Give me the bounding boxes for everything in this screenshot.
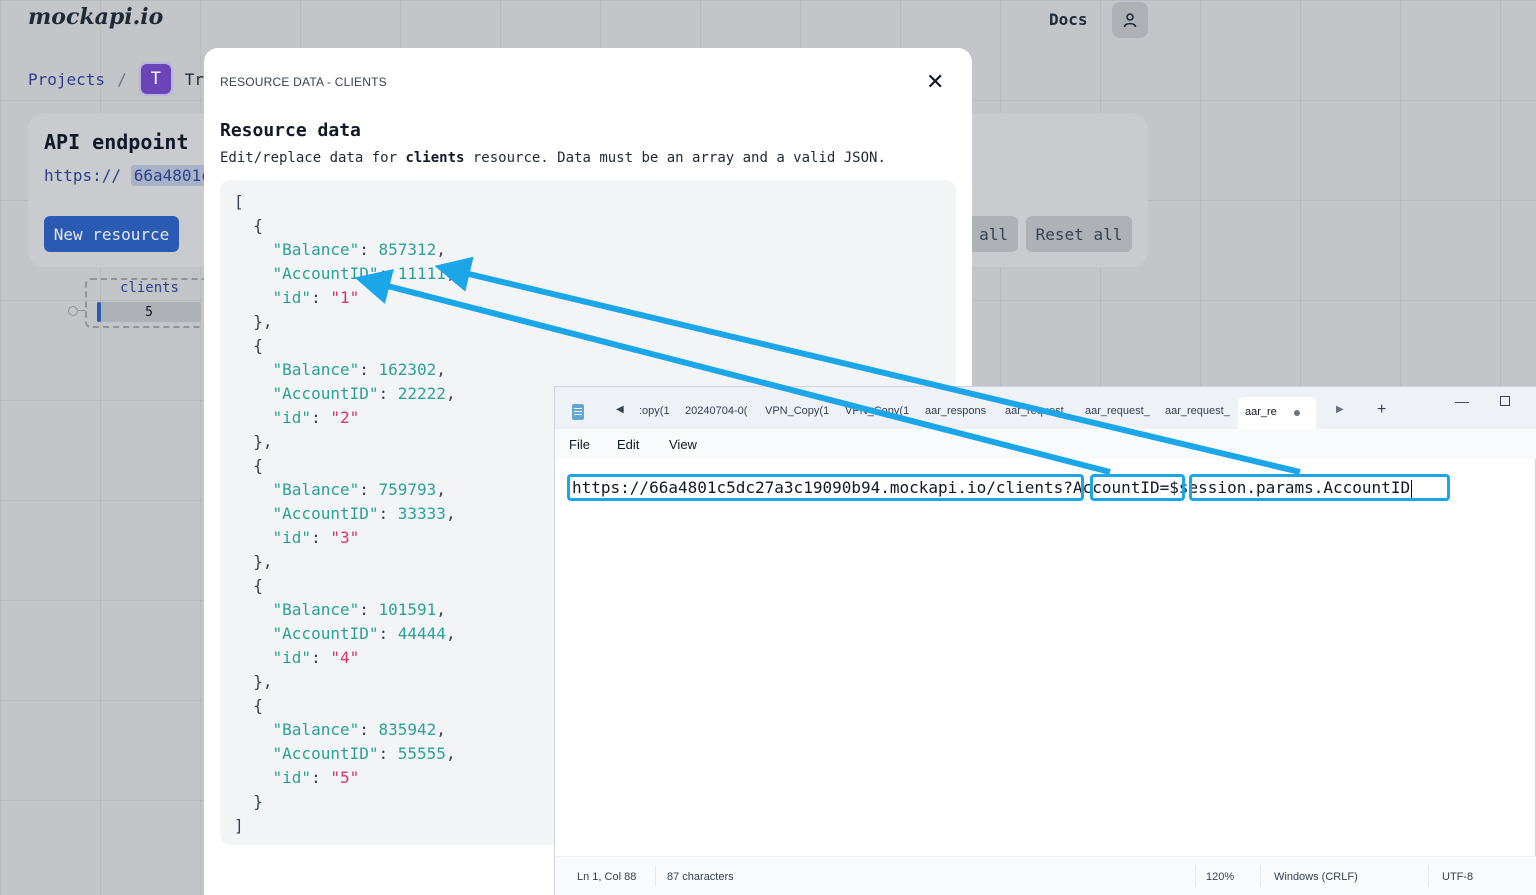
resource-node-clients[interactable]: clients 5 <box>85 278 210 328</box>
notepad-window: ◀ :opy(1 20240704-0( VPN_Copy(1 VPN_Copy… <box>554 386 1536 895</box>
notepad-tab[interactable]: 20240704-0( <box>685 405 757 417</box>
status-encoding[interactable]: UTF-8 <box>1442 871 1473 883</box>
json-string: "2" <box>330 408 360 427</box>
status-divider <box>1260 865 1261 887</box>
notepad-tab[interactable]: aar_respons <box>925 405 993 417</box>
status-divider <box>1428 865 1429 887</box>
mockapi-logo[interactable]: mockapi.io <box>28 4 163 30</box>
tab-scroll-right-icon[interactable]: ▶ <box>1336 404 1344 415</box>
endpoint-url-prefix: https:// <box>44 166 122 185</box>
endpoint-title: API endpoint <box>44 130 189 154</box>
resource-node-label: clients <box>119 280 179 296</box>
notepad-tab[interactable]: aar_request <box>1005 405 1073 417</box>
notepad-statusbar: Ln 1, Col 88 87 characters 120% Windows … <box>555 856 1536 895</box>
json-number: 162302 <box>378 360 437 379</box>
json-string: "4" <box>330 648 360 667</box>
notepad-titlebar: ◀ :opy(1 20240704-0( VPN_Copy(1 VPN_Copy… <box>555 387 1536 429</box>
unsaved-dot-icon[interactable] <box>1294 410 1300 416</box>
new-tab-plus-icon[interactable]: + <box>1377 401 1386 419</box>
json-number: 22222 <box>397 384 446 403</box>
json-number: 101591 <box>378 600 437 619</box>
json-number: 11111 <box>397 264 446 283</box>
status-position: Ln 1, Col 88 <box>577 871 637 883</box>
json-string: "3" <box>330 528 360 547</box>
active-tab-label: aar_re <box>1245 406 1277 418</box>
menu-view[interactable]: View <box>669 437 697 452</box>
json-key: "AccountID" <box>272 624 379 643</box>
endpoint-url[interactable]: https:// 66a4801c5 <box>44 165 224 186</box>
modal-header: RESOURCE DATA - CLIENTS <box>220 75 387 89</box>
highlight-box-url <box>567 474 1084 501</box>
json-key: "id" <box>272 288 312 307</box>
json-number: 33333 <box>397 504 446 523</box>
modal-title: Resource data <box>220 120 361 141</box>
user-menu-button[interactable] <box>1112 2 1148 38</box>
breadcrumb-projects-link[interactable]: Projects <box>28 70 105 89</box>
notepad-tab[interactable]: aar_request_ <box>1165 405 1237 417</box>
json-key: "id" <box>272 408 312 427</box>
desc-before: Edit/replace data for <box>220 150 406 166</box>
node-connector-handle[interactable] <box>68 306 78 316</box>
notepad-tab[interactable]: :opy(1 <box>639 405 673 417</box>
json-key: "Balance" <box>272 360 360 379</box>
notepad-menubar: File Edit View <box>555 429 1536 459</box>
project-avatar[interactable]: T <box>138 62 173 96</box>
status-line-ending[interactable]: Windows (CRLF) <box>1274 871 1358 883</box>
highlight-box-param <box>1090 474 1185 501</box>
json-code: [ { "Balance": 857312, "AccountID": 1111… <box>234 192 456 835</box>
highlight-box-value <box>1189 474 1450 501</box>
json-string: "5" <box>330 768 360 787</box>
breadcrumb-separator: / <box>117 69 127 89</box>
json-key: "AccountID" <box>272 504 379 523</box>
reset-all-button[interactable]: Reset all <box>1026 216 1132 252</box>
notepad-tab-active[interactable]: aar_re <box>1238 397 1316 429</box>
minimize-icon[interactable]: — <box>1455 393 1469 409</box>
json-key: "Balance" <box>272 720 360 739</box>
resource-node-count: 5 <box>97 302 201 322</box>
docs-link[interactable]: Docs <box>1049 10 1088 29</box>
notepad-tab[interactable]: VPN_Copy(1 <box>765 405 833 417</box>
menu-file[interactable]: File <box>569 437 590 452</box>
new-resource-button[interactable]: New resource <box>44 216 179 252</box>
status-divider <box>655 865 656 887</box>
status-divider <box>1195 865 1196 887</box>
json-key: "AccountID" <box>272 264 379 283</box>
json-number: 835942 <box>378 720 437 739</box>
user-icon <box>1123 13 1137 28</box>
notepad-tab[interactable]: aar_request_ <box>1085 405 1157 417</box>
status-zoom[interactable]: 120% <box>1206 871 1234 883</box>
status-char-count: 87 characters <box>667 871 734 883</box>
json-key: "Balance" <box>272 240 360 259</box>
breadcrumb: Projects / T Tr <box>28 62 204 96</box>
json-number: 55555 <box>397 744 446 763</box>
json-number: 44444 <box>397 624 446 643</box>
project-name: Tr <box>184 69 204 89</box>
json-key: "Balance" <box>272 600 360 619</box>
json-number: 759793 <box>378 480 437 499</box>
notepad-tab[interactable]: VPN_Copy(1 <box>845 405 913 417</box>
notepad-tab-strip: :opy(1 20240704-0( VPN_Copy(1 VPN_Copy(1… <box>639 403 1289 423</box>
tab-scroll-left-icon[interactable]: ◀ <box>616 404 624 415</box>
desc-resource-name: clients <box>405 150 465 166</box>
json-key: "id" <box>272 768 312 787</box>
json-key: "id" <box>272 648 312 667</box>
modal-description: Edit/replace data for clients resource. … <box>220 150 886 166</box>
json-string: "1" <box>330 288 360 307</box>
menu-edit[interactable]: Edit <box>617 437 639 452</box>
json-key: "AccountID" <box>272 384 379 403</box>
desc-after: resource. Data must be an array and a va… <box>464 150 886 166</box>
json-key: "AccountID" <box>272 744 379 763</box>
json-number: 857312 <box>378 240 437 259</box>
notepad-app-icon <box>572 404 584 420</box>
json-key: "id" <box>272 528 312 547</box>
json-key: "Balance" <box>272 480 360 499</box>
close-icon[interactable]: ✕ <box>926 70 944 95</box>
maximize-icon[interactable] <box>1500 396 1510 406</box>
